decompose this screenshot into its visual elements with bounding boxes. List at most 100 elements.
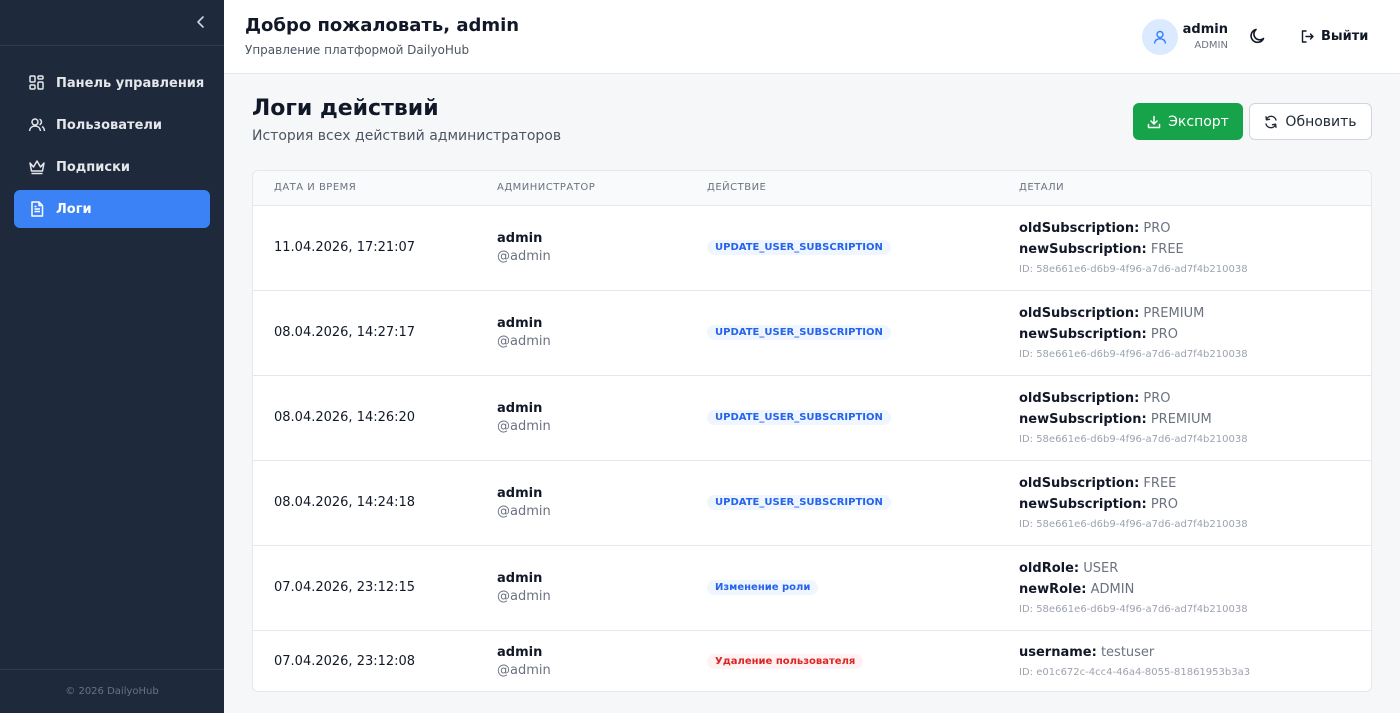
- detail-value: PREMIUM: [1139, 306, 1205, 321]
- log-date: 07.04.2026, 23:12:15: [274, 580, 416, 595]
- column-header-details: ДЕТАЛИ: [1019, 182, 1065, 193]
- detail-line: newRole: ADMIN: [1019, 582, 1134, 597]
- admin-handle: @admin: [497, 249, 551, 264]
- detail-key: oldSubscription:: [1019, 476, 1140, 491]
- user-name: admin: [1182, 22, 1228, 37]
- record-id: ID: 58e661e6-d6b9-4f96-a7d6-ad7f4b210038: [1019, 434, 1248, 445]
- sidebar-item-subscriptions[interactable]: Подписки: [14, 148, 210, 186]
- logout-button[interactable]: Выйти: [1300, 26, 1368, 46]
- log-date: 08.04.2026, 14:24:18: [274, 495, 416, 510]
- table-row: 08.04.2026, 14:26:20 admin @admin UPDATE…: [253, 376, 1371, 461]
- log-date: 08.04.2026, 14:26:20: [274, 410, 416, 425]
- moon-icon[interactable]: [1248, 26, 1268, 46]
- chevron-left-icon[interactable]: [192, 13, 210, 31]
- detail-line: oldSubscription: PRO: [1019, 221, 1171, 236]
- sidebar-item-label: Подписки: [56, 159, 131, 175]
- detail-key: newRole:: [1019, 582, 1087, 597]
- detail-key: oldSubscription:: [1019, 221, 1140, 236]
- detail-line: oldSubscription: PREMIUM: [1019, 306, 1204, 321]
- record-id: ID: 58e661e6-d6b9-4f96-a7d6-ad7f4b210038: [1019, 264, 1248, 275]
- table-header: ДАТА И ВРЕМЯ АДМИНИСТРАТОР ДЕЙСТВИЕ ДЕТА…: [253, 171, 1371, 206]
- admin-name: admin: [497, 231, 543, 246]
- detail-value: PRO: [1139, 391, 1171, 406]
- detail-key: oldSubscription:: [1019, 306, 1140, 321]
- detail-key: newSubscription:: [1019, 242, 1147, 257]
- users-icon: [28, 116, 46, 134]
- table-row: 08.04.2026, 14:24:18 admin @admin UPDATE…: [253, 461, 1371, 546]
- record-id: ID: 58e661e6-d6b9-4f96-a7d6-ad7f4b210038: [1019, 349, 1248, 360]
- user-icon: [1153, 30, 1167, 44]
- logs-table: ДАТА И ВРЕМЯ АДМИНИСТРАТОР ДЕЙСТВИЕ ДЕТА…: [252, 170, 1372, 692]
- detail-line: oldSubscription: PRO: [1019, 391, 1171, 406]
- detail-line: oldRole: USER: [1019, 561, 1118, 576]
- top-header: Добро пожаловать, admin Управление платф…: [224, 0, 1400, 74]
- export-button[interactable]: Экспорт: [1133, 103, 1243, 140]
- admin-name: admin: [497, 571, 543, 586]
- admin-handle: @admin: [497, 589, 551, 604]
- action-badge: UPDATE_USER_SUBSCRIPTION: [707, 325, 891, 340]
- log-date: 07.04.2026, 23:12:08: [274, 654, 416, 669]
- action-badge: UPDATE_USER_SUBSCRIPTION: [707, 495, 891, 510]
- column-header-date: ДАТА И ВРЕМЯ: [274, 182, 357, 193]
- column-header-action: ДЕЙСТВИЕ: [707, 182, 767, 193]
- refresh-label: Обновить: [1285, 113, 1357, 130]
- sidebar-item-logs[interactable]: Логи: [14, 190, 210, 228]
- sidebar-item-label: Логи: [56, 201, 92, 217]
- action-badge: Изменение роли: [707, 580, 819, 595]
- detail-value: PREMIUM: [1146, 412, 1212, 427]
- refresh-icon: [1265, 115, 1278, 128]
- download-icon: [1147, 115, 1161, 128]
- detail-line: oldSubscription: FREE: [1019, 476, 1176, 491]
- detail-line: newSubscription: PREMIUM: [1019, 412, 1212, 427]
- detail-value: PRO: [1146, 497, 1178, 512]
- logout-label: Выйти: [1321, 28, 1369, 44]
- sidebar-nav: Панель управления Пользователи Подписки …: [0, 46, 224, 228]
- crown-icon: [28, 158, 46, 176]
- admin-handle: @admin: [497, 663, 551, 678]
- detail-key: username:: [1019, 645, 1097, 660]
- column-header-admin: АДМИНИСТРАТОР: [497, 182, 596, 193]
- detail-value: FREE: [1139, 476, 1177, 491]
- sidebar: Панель управления Пользователи Подписки …: [0, 0, 224, 713]
- refresh-button[interactable]: Обновить: [1249, 103, 1372, 140]
- admin-handle: @admin: [497, 334, 551, 349]
- record-id: ID: 58e661e6-d6b9-4f96-a7d6-ad7f4b210038: [1019, 519, 1248, 530]
- detail-key: newSubscription:: [1019, 327, 1147, 342]
- admin-handle: @admin: [497, 504, 551, 519]
- admin-name: admin: [497, 401, 543, 416]
- detail-value: testuser: [1096, 645, 1155, 660]
- user-role: ADMIN: [1194, 40, 1228, 51]
- log-date: 08.04.2026, 14:27:17: [274, 325, 416, 340]
- detail-line: username: testuser: [1019, 645, 1154, 660]
- table-row: 11.04.2026, 17:21:07 admin @admin UPDATE…: [253, 206, 1371, 291]
- action-badge: Удаление пользователя: [707, 654, 864, 669]
- welcome-subtitle: Управление платформой DailyoHub: [245, 43, 470, 57]
- admin-name: admin: [497, 645, 543, 660]
- table-row: 08.04.2026, 14:27:17 admin @admin UPDATE…: [253, 291, 1371, 376]
- detail-line: newSubscription: PRO: [1019, 327, 1178, 342]
- detail-key: newSubscription:: [1019, 412, 1147, 427]
- document-icon: [28, 200, 46, 218]
- page-title: Логи действий: [252, 96, 439, 121]
- action-badge: UPDATE_USER_SUBSCRIPTION: [707, 410, 891, 425]
- sidebar-item-label: Панель управления: [56, 75, 205, 91]
- detail-value: PRO: [1139, 221, 1171, 236]
- export-label: Экспорт: [1168, 113, 1229, 130]
- avatar[interactable]: [1142, 19, 1178, 55]
- detail-value: FREE: [1146, 242, 1184, 257]
- sidebar-footer: © 2026 DailyoHub: [0, 669, 224, 713]
- sidebar-item-users[interactable]: Пользователи: [14, 106, 210, 144]
- detail-line: newSubscription: PRO: [1019, 497, 1178, 512]
- logout-icon: [1301, 29, 1314, 43]
- dashboard-grid-icon: [28, 74, 46, 92]
- sidebar-top: [0, 0, 224, 46]
- table-row: 07.04.2026, 23:12:08 admin @admin Удален…: [253, 631, 1371, 691]
- action-badge: UPDATE_USER_SUBSCRIPTION: [707, 240, 891, 255]
- detail-key: oldRole:: [1019, 561, 1080, 576]
- sidebar-item-dashboard[interactable]: Панель управления: [14, 64, 210, 102]
- detail-key: newSubscription:: [1019, 497, 1147, 512]
- detail-value: PRO: [1146, 327, 1178, 342]
- admin-handle: @admin: [497, 419, 551, 434]
- admin-name: admin: [497, 486, 543, 501]
- record-id: ID: 58e661e6-d6b9-4f96-a7d6-ad7f4b210038: [1019, 604, 1248, 615]
